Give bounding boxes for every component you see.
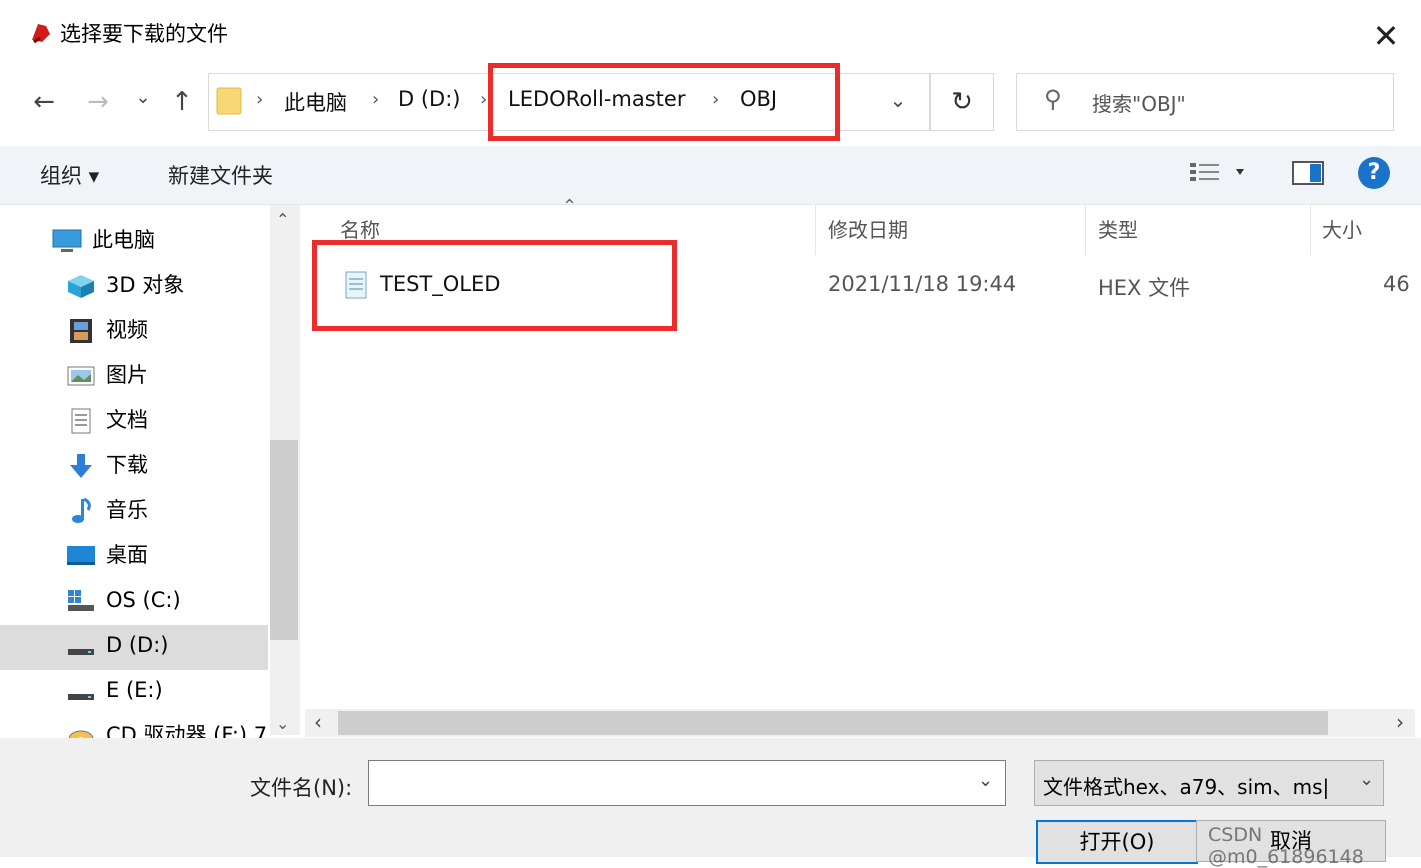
recent-locations-button[interactable]: ⌄ [128, 78, 158, 118]
watermark: CSDN @m0_61896148 [1208, 824, 1364, 868]
nav-item-music[interactable]: 音乐 [66, 488, 148, 533]
navpane-scrollbar-thumb[interactable] [270, 440, 298, 640]
nav-item-label: 此电脑 [92, 228, 155, 252]
file-size: 46 [1383, 272, 1410, 296]
open-button[interactable]: 打开(O) [1036, 820, 1198, 864]
nav-item-label: 图片 [106, 363, 148, 387]
column-header-size[interactable]: 大小 [1322, 214, 1362, 243]
scroll-down-arrow[interactable]: ⌄ [276, 714, 289, 733]
nav-item-drive-c[interactable]: OS (C:) [66, 578, 181, 623]
forward-button[interactable]: → [78, 82, 118, 122]
nav-item-desktop[interactable]: 桌面 [66, 533, 148, 578]
nav-item-label: E (E:) [106, 678, 163, 702]
download-icon [70, 454, 92, 478]
nav-item-label: 文档 [106, 408, 148, 432]
nav-item-label: OS (C:) [106, 588, 181, 612]
nav-item-label: 桌面 [106, 543, 148, 567]
file-list-scrollbar-thumb[interactable] [338, 711, 1328, 735]
nav-item-label: 音乐 [106, 498, 148, 522]
chevron-right-icon: › [480, 89, 488, 110]
nav-item-drive-e[interactable]: E (E:) [66, 668, 163, 713]
navigation-pane: 此电脑 3D 对象 视频 图片 文档 下载 音乐 桌面 OS (C:) D (D… [0, 205, 300, 739]
nav-item-label: D (D:) [106, 633, 169, 657]
file-type: HEX 文件 [1098, 276, 1191, 300]
nav-item-3d-objects[interactable]: 3D 对象 [66, 263, 184, 308]
column-header-date[interactable]: 修改日期 [828, 214, 908, 243]
column-divider [1310, 205, 1311, 255]
nav-item-pictures[interactable]: 图片 [66, 353, 148, 398]
nav-item-downloads[interactable]: 下载 [66, 443, 148, 488]
crumb-drive-d[interactable]: D (D:) [398, 87, 460, 111]
search-icon: ⚲ [1044, 85, 1062, 113]
column-divider [1085, 205, 1086, 255]
highlight-box [488, 63, 840, 141]
filename-input[interactable] [368, 760, 1006, 806]
document-icon [71, 408, 91, 434]
nav-item-label: CD 驱动器 (F:) 7 [106, 723, 268, 739]
file-type-filter[interactable]: 文件格式hex、a79、sim、ms| ⌄ [1034, 760, 1384, 806]
nav-item-videos[interactable]: 视频 [66, 308, 148, 353]
search-box[interactable] [1016, 73, 1394, 131]
drive-icon [68, 649, 94, 655]
music-icon [72, 498, 91, 523]
picture-icon [67, 366, 95, 386]
chevron-down-icon: ⌄ [1355, 769, 1375, 790]
highlight-box [312, 240, 677, 331]
filename-dropdown-icon[interactable]: ⌄ [978, 770, 993, 791]
sort-ascending-icon: ⌃ [562, 196, 578, 217]
nav-item-label: 视频 [106, 318, 148, 342]
new-folder-button[interactable]: 新建文件夹 [168, 160, 273, 190]
back-button[interactable]: ← [24, 82, 64, 122]
file-date: 2021/11/18 19:44 [828, 272, 1017, 296]
scroll-right-arrow[interactable]: › [1396, 710, 1404, 734]
filename-label: 文件名(N): [250, 776, 353, 800]
drive-icon [68, 590, 94, 611]
window-title: 选择要下载的文件 [60, 22, 228, 46]
search-placeholder: 搜索"OBJ" [1092, 92, 1186, 116]
app-icon [32, 24, 50, 44]
video-icon [70, 319, 92, 343]
computer-icon [52, 229, 82, 252]
nav-item-documents[interactable]: 文档 [66, 398, 148, 443]
preview-pane-icon[interactable] [1292, 160, 1324, 186]
cube-icon [68, 275, 94, 298]
nav-item-cd-drive[interactable]: CD 驱动器 (F:) 7 [66, 713, 267, 739]
nav-item-label: 下载 [106, 453, 148, 477]
column-divider [815, 205, 816, 255]
crumb-this-pc[interactable]: 此电脑 [284, 87, 347, 117]
chevron-right-icon: › [256, 89, 264, 110]
organize-button[interactable]: 组织 ▾ [40, 160, 99, 190]
folder-icon [216, 87, 242, 115]
column-header-name[interactable]: 名称 [340, 214, 380, 243]
close-button[interactable]: ✕ [1366, 16, 1406, 56]
cd-icon [68, 730, 94, 739]
chevron-right-icon: › [372, 89, 380, 110]
nav-item-label: 3D 对象 [106, 273, 185, 297]
help-button[interactable]: ? [1358, 157, 1390, 189]
desktop-icon [67, 546, 95, 565]
drive-icon [68, 694, 94, 700]
nav-item-this-pc[interactable]: 此电脑 [52, 218, 155, 263]
view-options-icon[interactable] [1188, 160, 1248, 184]
refresh-button[interactable]: ↻ [930, 73, 994, 131]
scroll-up-arrow[interactable]: ⌃ [276, 210, 289, 229]
nav-item-drive-d[interactable]: D (D:) [66, 623, 168, 668]
up-button[interactable]: ↑ [162, 82, 202, 122]
scroll-left-arrow[interactable]: ‹ [314, 710, 322, 734]
column-header-type[interactable]: 类型 [1098, 214, 1138, 243]
address-dropdown-button[interactable]: ⌄ [880, 80, 916, 120]
file-type-filter-value: 文件格式hex、a79、sim、ms| [1043, 775, 1330, 799]
